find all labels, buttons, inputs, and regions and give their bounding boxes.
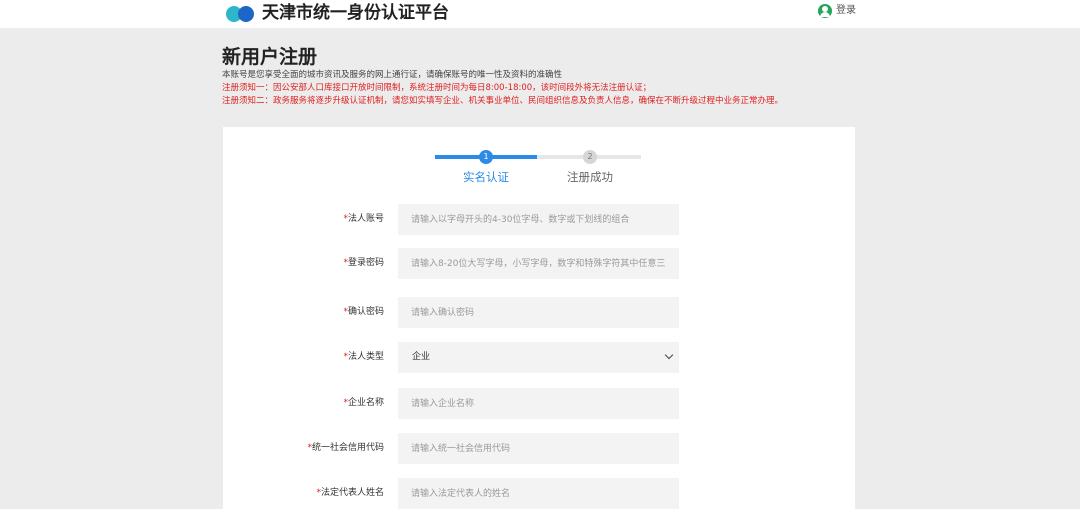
password-label: *登录密码 bbox=[343, 256, 384, 270]
form-row-password: *登录密码 bbox=[223, 248, 855, 279]
login-button[interactable]: 登录 bbox=[818, 4, 856, 18]
chevron-down-icon bbox=[664, 350, 674, 360]
top-bar: 天津市统一身份认证平台 登录 bbox=[0, 0, 1080, 28]
company-name-input[interactable] bbox=[398, 388, 679, 419]
form-row-legal-rep-name: *法定代表人姓名 bbox=[223, 478, 855, 509]
form-row-credit-code: *统一社会信用代码 bbox=[223, 433, 855, 464]
step-indicator: 1 2 实名认证 注册成功 bbox=[223, 127, 855, 187]
confirm-password-input[interactable] bbox=[398, 297, 679, 328]
account-label: *法人账号 bbox=[343, 212, 384, 226]
legal-type-selected-value: 企业 bbox=[412, 352, 431, 362]
logo-icon bbox=[226, 3, 258, 23]
password-input[interactable] bbox=[398, 248, 679, 279]
form-row-confirm-password: *确认密码 bbox=[223, 297, 855, 328]
account-input[interactable] bbox=[398, 204, 679, 235]
legal-type-select[interactable]: 企业 bbox=[398, 342, 679, 373]
registration-card: 1 2 实名认证 注册成功 *法人账号 *登录密码 *确认密码 *法人类型 企业… bbox=[223, 127, 855, 509]
password-label-text: 登录密码 bbox=[347, 258, 384, 268]
confirm-password-label: *确认密码 bbox=[343, 305, 384, 319]
legal-type-label: *法人类型 bbox=[343, 350, 384, 364]
step-1-marker: 1 bbox=[479, 150, 493, 164]
site-title: 天津市统一身份认证平台 bbox=[262, 3, 449, 23]
legal-rep-name-label: *法定代表人姓名 bbox=[316, 486, 384, 500]
credit-code-label-text: 统一社会信用代码 bbox=[311, 443, 384, 453]
form-row-account: *法人账号 bbox=[223, 204, 855, 235]
page-title: 新用户注册 bbox=[222, 46, 318, 68]
step-1-label: 实名认证 bbox=[463, 170, 509, 184]
legal-rep-name-input[interactable] bbox=[398, 478, 679, 509]
company-name-label: *企业名称 bbox=[343, 396, 384, 410]
form-row-company-name: *企业名称 bbox=[223, 388, 855, 419]
confirm-password-label-text: 确认密码 bbox=[347, 307, 384, 317]
legal-rep-name-label-text: 法定代表人姓名 bbox=[320, 488, 384, 498]
login-label: 登录 bbox=[836, 5, 856, 16]
company-name-label-text: 企业名称 bbox=[347, 398, 384, 408]
form-row-legal-type: *法人类型 企业 bbox=[223, 342, 855, 373]
user-icon bbox=[818, 4, 832, 18]
page-description: 本账号是您享受全面的城市资讯及服务的网上通行证，请确保账号的唯一性及资料的准确性 bbox=[222, 70, 563, 80]
credit-code-input[interactable] bbox=[398, 433, 679, 464]
credit-code-label: *统一社会信用代码 bbox=[307, 441, 384, 455]
account-label-text: 法人账号 bbox=[347, 214, 384, 224]
registration-notice-2: 注册须知二：政务服务将逐步升级认证机制，请您如实填写企业、机关事业单位、民间组织… bbox=[222, 96, 784, 106]
step-2-marker: 2 bbox=[583, 150, 597, 164]
step-2-label: 注册成功 bbox=[567, 170, 613, 184]
legal-type-label-text: 法人类型 bbox=[347, 352, 384, 362]
registration-notice-1: 注册须知一：因公安部人口库接口开放时间限制，系统注册时间为每日8:00-18:0… bbox=[222, 83, 652, 93]
